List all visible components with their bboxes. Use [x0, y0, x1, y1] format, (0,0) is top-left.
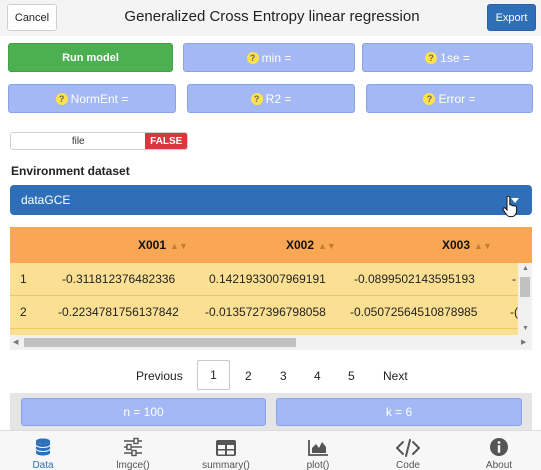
nav-item-lmgce[interactable]: lmgce() [103, 431, 163, 470]
file-toggle-label: file [11, 133, 146, 149]
nav-label-code: Code [396, 460, 420, 470]
column-header-x003[interactable]: X003 ▲▼ [442, 238, 492, 252]
pagination-previous[interactable]: Previous [136, 369, 183, 383]
data-table: X001 ▲▼ X002 ▲▼ X003 ▲▼ 1 -0.31181237648233… [10, 227, 532, 350]
one-se-button[interactable]: ? 1se = [362, 43, 533, 72]
help-icon: ? [425, 51, 438, 64]
horizontal-scrollbar[interactable]: ◀ ▶ [10, 335, 532, 350]
min-label: min = [261, 50, 292, 65]
pagination-page-4[interactable]: 4 [314, 369, 321, 383]
run-model-button[interactable]: Run model [8, 43, 173, 72]
environment-dataset-label: Environment dataset [11, 164, 130, 178]
table-cell: -0.0135727396798058 [205, 305, 326, 319]
pagination-page-1[interactable]: 1 [197, 360, 230, 390]
dataset-select[interactable]: dataGCE [10, 185, 532, 215]
hand-cursor-icon [502, 196, 518, 218]
nav-label-about: About [485, 460, 513, 470]
pagination-page-2[interactable]: 2 [245, 369, 252, 383]
horizontal-scroll-thumb[interactable] [24, 338, 296, 347]
help-icon: ? [246, 51, 259, 64]
export-button[interactable]: Export [487, 4, 536, 31]
row-index: 2 [20, 305, 27, 319]
nav-item-summary[interactable]: summary() [196, 431, 256, 470]
column-header-x001[interactable]: X001 ▲▼ [138, 238, 188, 252]
table-cell: -0.2234781756137842 [58, 305, 179, 319]
help-icon: ? [423, 92, 436, 105]
error-label: Error = [438, 91, 476, 106]
sort-icon[interactable]: ▲▼ [318, 241, 336, 251]
nav-item-plot[interactable]: plot() [288, 431, 348, 470]
table-cell: -0.05072564510878985 [350, 305, 478, 319]
r2-button[interactable]: ? R2 = [187, 84, 355, 113]
info-icon [490, 438, 508, 456]
scroll-down-icon[interactable]: ▼ [522, 325, 529, 332]
one-se-label: 1se = [440, 50, 470, 65]
vertical-scroll-thumb[interactable] [520, 277, 530, 297]
column-header-x002[interactable]: X002 ▲▼ [286, 238, 336, 252]
norment-label: NormEnt = [70, 91, 129, 106]
cancel-button[interactable]: Cancel [7, 4, 57, 31]
file-toggle-value: FALSE [145, 133, 187, 149]
nav-item-about[interactable]: About [469, 431, 529, 470]
dataset-selected-value: dataGCE [21, 193, 71, 207]
table-cell: 0.1421933007969191 [209, 272, 326, 286]
table-row: 1 -0.311812376482336 0.1421933007969191 … [10, 263, 518, 296]
table-cell: -0.0899502143595193 [354, 272, 475, 286]
file-toggle[interactable]: file FALSE [10, 132, 188, 150]
help-icon: ? [250, 92, 263, 105]
sort-icon[interactable]: ▲▼ [170, 241, 188, 251]
scroll-up-icon[interactable]: ▲ [522, 265, 529, 272]
scroll-right-icon[interactable]: ▶ [521, 338, 526, 346]
table-row: 2 -0.2234781756137842 -0.013572739679805… [10, 296, 518, 329]
nav-label-summary: summary() [202, 460, 250, 470]
norment-button[interactable]: ? NormEnt = [8, 84, 176, 113]
error-button[interactable]: ? Error = [366, 84, 533, 113]
row-index: 1 [20, 272, 27, 286]
bottom-nav: Data lmgce() summary() plot() Code About [0, 430, 541, 470]
n-stat: n = 100 [21, 398, 266, 426]
code-icon [396, 439, 420, 457]
table-icon [216, 440, 236, 456]
pagination-next[interactable]: Next [383, 369, 408, 383]
sort-icon[interactable]: ▲▼ [474, 241, 492, 251]
help-icon: ? [55, 92, 68, 105]
k-stat: k = 6 [276, 398, 522, 426]
page-title: Generalized Cross Entropy linear regress… [124, 8, 420, 25]
database-icon [35, 438, 51, 456]
area-chart-icon [308, 440, 328, 456]
scroll-left-icon[interactable]: ◀ [13, 338, 18, 346]
pagination-page-5[interactable]: 5 [348, 369, 355, 383]
nav-item-data[interactable]: Data [13, 431, 73, 470]
pagination-page-3[interactable]: 3 [280, 369, 287, 383]
nav-item-code[interactable]: Code [378, 431, 438, 470]
vertical-scrollbar[interactable]: ▲ ▼ [518, 263, 532, 336]
min-button[interactable]: ? min = [183, 43, 355, 72]
nav-label-data: Data [32, 460, 54, 470]
table-header: X001 ▲▼ X002 ▲▼ X003 ▲▼ [10, 227, 532, 263]
table-cell: -( [510, 305, 518, 319]
table-cell: - [512, 272, 516, 286]
nav-label-plot: plot() [306, 460, 330, 470]
r2-label: R2 = [265, 91, 292, 106]
table-cell: -0.311812376482336 [62, 272, 176, 286]
sliders-icon [124, 437, 142, 457]
nav-label-lmgce: lmgce() [116, 460, 150, 470]
top-bar: Cancel Generalized Cross Entropy linear … [0, 0, 541, 36]
